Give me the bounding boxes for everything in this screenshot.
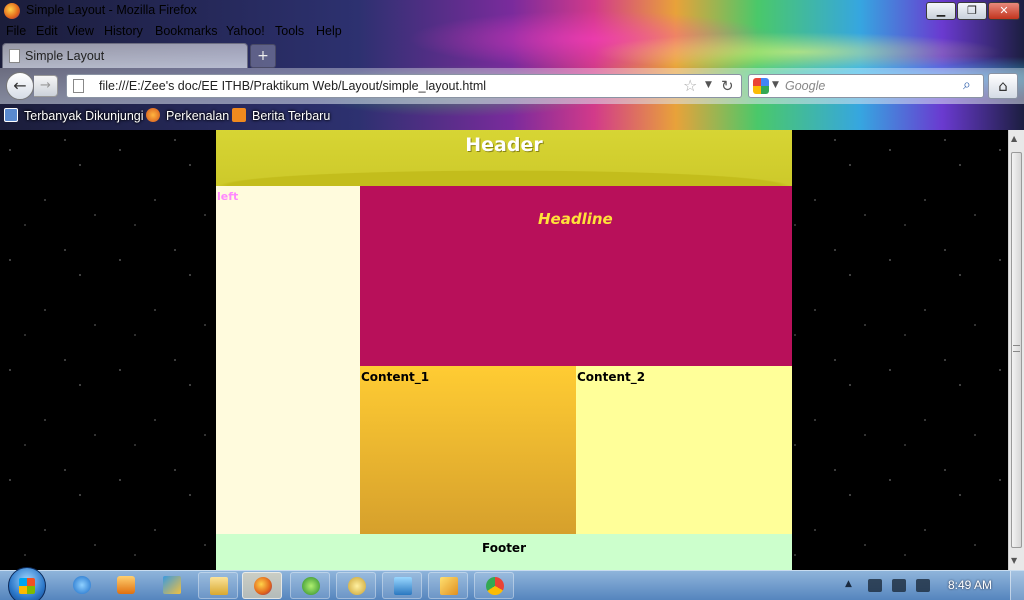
menu-help[interactable]: Help <box>316 24 342 38</box>
title-bar: Simple Layout - Mozilla Firefox ▁ ❐ ✕ <box>0 0 1024 22</box>
search-engine-dropdown-icon[interactable]: ▼ <box>772 80 779 90</box>
app-icon <box>440 577 458 595</box>
taskbar-chrome[interactable] <box>474 572 514 599</box>
bookmark-berita-terbaru[interactable]: Berita Terbaru <box>232 108 330 124</box>
taskbar-app-2[interactable] <box>382 572 422 599</box>
taskbar-firefox[interactable] <box>242 572 282 599</box>
smiley-icon <box>348 577 366 595</box>
menu-yahoo[interactable]: Yahoo! <box>226 24 265 38</box>
content-2-section: Content_2 <box>576 366 792 534</box>
taskbar-media-player[interactable] <box>106 572 146 599</box>
navigation-toolbar: ← → file:///E:/Zee's doc/EE ITHB/Praktik… <box>0 68 1024 104</box>
show-hidden-icons-arrow-icon[interactable]: ▲ <box>845 579 852 589</box>
search-icon[interactable]: ⌕ <box>963 77 971 93</box>
bookmark-star-icon[interactable]: ☆ <box>683 76 697 95</box>
content-2-label: Content_2 <box>577 370 646 384</box>
taskbar-internet-explorer[interactable] <box>62 572 102 599</box>
firefox-icon <box>146 108 160 122</box>
firefox-icon <box>4 3 20 19</box>
close-button[interactable]: ✕ <box>988 2 1020 20</box>
maximize-button[interactable]: ❐ <box>957 2 987 20</box>
content-1-label: Content_1 <box>361 370 430 384</box>
back-button[interactable]: ← <box>6 72 34 100</box>
window-title: Simple Layout - Mozilla Firefox <box>26 3 197 17</box>
page-icon <box>73 79 84 93</box>
menu-history[interactable]: History <box>104 24 143 38</box>
menu-view[interactable]: View <box>67 24 94 38</box>
scrollbar-grip-icon <box>1013 345 1020 352</box>
start-button[interactable] <box>8 567 46 600</box>
url-bar[interactable]: file:///E:/Zee's doc/EE ITHB/Praktikum W… <box>66 74 742 98</box>
taskbar-app-3[interactable] <box>428 572 468 599</box>
tab-simple-layout[interactable]: Simple Layout <box>2 43 248 68</box>
app-icon <box>394 577 412 595</box>
menu-bar: File Edit View History Bookmarks Yahoo! … <box>0 22 1024 42</box>
menu-bookmarks[interactable]: Bookmarks <box>155 24 218 38</box>
url-history-dropdown-icon[interactable]: ▼ <box>705 80 712 90</box>
layout-page: Header left Headline Content_1 Content_2… <box>216 130 792 570</box>
search-input[interactable]: Google <box>785 79 825 93</box>
menu-tools[interactable]: Tools <box>275 24 304 38</box>
reload-icon[interactable]: ↻ <box>721 77 734 95</box>
search-bar[interactable]: ▼ Google ⌕ <box>748 74 984 98</box>
network-icon[interactable] <box>892 579 906 592</box>
tab-label: Simple Layout <box>25 49 105 63</box>
menu-edit[interactable]: Edit <box>36 24 58 38</box>
content-1-section: Content_1 <box>360 366 576 534</box>
new-tab-button[interactable]: + <box>250 44 276 68</box>
document-icon <box>9 49 20 63</box>
page-footer: Footer <box>216 534 792 570</box>
taskbar-windows-explorer[interactable] <box>198 572 238 599</box>
google-icon[interactable] <box>753 78 769 94</box>
page-header: Header <box>216 130 792 186</box>
tab-strip: Simple Layout + <box>0 43 1024 68</box>
bookmark-perkenalan[interactable]: Perkenalan <box>146 108 229 124</box>
page-viewport: Header left Headline Content_1 Content_2… <box>0 130 1008 570</box>
headline-section: Headline <box>360 186 792 366</box>
taskbar-messenger[interactable] <box>336 572 376 599</box>
taskbar-dreamweaver[interactable] <box>290 572 330 599</box>
url-text[interactable]: file:///E:/Zee's doc/EE ITHB/Praktikum W… <box>99 79 486 93</box>
taskbar-app[interactable] <box>152 572 192 599</box>
magnifier-icon <box>4 108 18 122</box>
menu-file[interactable]: File <box>6 24 26 38</box>
scroll-down-arrow-icon[interactable]: ▼ <box>1011 556 1017 565</box>
dreamweaver-icon <box>302 577 320 595</box>
bookmark-terbanyak-dikunjungi[interactable]: Terbanyak Dikunjungi <box>4 108 144 124</box>
show-desktop-button[interactable] <box>1010 571 1024 600</box>
internet-explorer-icon <box>73 576 91 594</box>
bookmark-label: Berita Terbaru <box>252 109 331 123</box>
chrome-icon <box>486 577 504 595</box>
headline-title: Headline <box>538 210 613 228</box>
taskbar: ▲ 8:49 AM <box>0 567 1024 600</box>
footer-label: Footer <box>482 541 526 555</box>
scroll-up-arrow-icon[interactable]: ▲ <box>1011 134 1017 143</box>
media-player-icon <box>117 576 135 594</box>
header-title: Header <box>465 134 543 156</box>
browser-chrome: Simple Layout - Mozilla Firefox ▁ ❐ ✕ Fi… <box>0 0 1024 130</box>
bookmarks-toolbar: Terbanyak Dikunjungi Perkenalan Berita T… <box>0 104 1024 128</box>
firefox-icon <box>254 577 272 595</box>
windows-logo-icon <box>19 578 35 594</box>
bookmark-label: Perkenalan <box>166 109 230 123</box>
left-label: left <box>217 190 239 203</box>
app-icon <box>163 576 181 594</box>
forward-button[interactable]: → <box>34 75 58 97</box>
tray-app-icon[interactable] <box>868 579 882 592</box>
rss-icon <box>232 108 246 122</box>
left-column: left <box>216 186 360 534</box>
vertical-scrollbar[interactable]: ▲ ▼ <box>1008 130 1024 570</box>
home-button[interactable]: ⌂ <box>988 73 1018 99</box>
bookmark-label: Terbanyak Dikunjungi <box>24 109 144 123</box>
folder-icon <box>210 577 228 595</box>
volume-icon[interactable] <box>916 579 930 592</box>
scrollbar-thumb[interactable] <box>1011 152 1022 548</box>
clock[interactable]: 8:49 AM <box>948 578 992 592</box>
minimize-button[interactable]: ▁ <box>926 2 956 20</box>
